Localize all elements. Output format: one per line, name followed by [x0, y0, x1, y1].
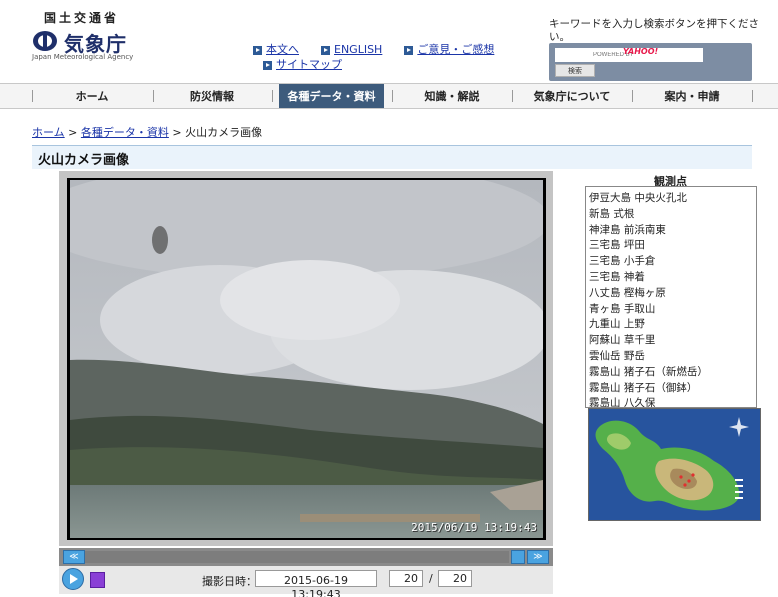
arrow-icon: [321, 45, 330, 55]
station-item[interactable]: 霧島山 猪子石（新燃岳）: [586, 365, 756, 381]
station-item[interactable]: 神津島 前浜南東: [586, 223, 756, 239]
link-sitemap[interactable]: サイトマップ: [263, 58, 342, 72]
breadcrumb-data[interactable]: 各種データ・資料: [81, 126, 169, 139]
nav-data-materials[interactable]: 各種データ・資料: [279, 84, 384, 108]
camera-viewer: 2015/06/19 13:19:43: [59, 171, 553, 546]
playback-controls: 撮影日時： 2015-06-19 13:19:43 20 / 20: [59, 566, 553, 597]
arrow-icon: [253, 45, 262, 55]
frame-separator: /: [429, 572, 433, 585]
frame-current-field[interactable]: 20: [389, 570, 423, 587]
search-button[interactable]: 検索: [555, 64, 595, 77]
nav-knowledge[interactable]: 知識・解説: [393, 84, 511, 108]
station-item[interactable]: 青ヶ島 手取山: [586, 302, 756, 318]
station-item[interactable]: 阿蘇山 草千里: [586, 333, 756, 349]
arrow-icon: [404, 45, 414, 55]
nav-guide[interactable]: 案内・申請: [633, 84, 751, 108]
camera-frame: 2015/06/19 13:19:43: [67, 178, 546, 540]
volcano-camera-image: 2015/06/19 13:19:43: [70, 180, 543, 538]
timeline-scrollbar[interactable]: ≪ ≫: [59, 548, 553, 566]
jma-emblem-icon: [33, 31, 57, 51]
link-english[interactable]: ENGLISH: [321, 43, 382, 57]
main-nav: ホーム 防災情報 各種データ・資料 知識・解説 気象庁について 案内・申請: [0, 83, 778, 109]
breadcrumb-home[interactable]: ホーム: [32, 126, 65, 139]
shot-datetime-label: 撮影日時：: [202, 575, 257, 588]
page-title-bar: 火山カメラ画像: [32, 145, 752, 169]
link-main-content[interactable]: 本文へ: [253, 43, 299, 57]
station-item[interactable]: 霧島山 猪子石（御鉢）: [586, 381, 756, 397]
frame-total-field: 20: [438, 570, 472, 587]
top-links: 本文へ ENGLISH ご意見・ご感想 サイトマップ: [253, 43, 494, 72]
nav-about[interactable]: 気象庁について: [513, 84, 631, 108]
nav-home[interactable]: ホーム: [33, 84, 151, 108]
station-item[interactable]: 伊豆大島 中央火孔北: [586, 191, 756, 207]
stop-button[interactable]: [90, 572, 105, 588]
timeline-track[interactable]: [85, 551, 509, 563]
station-item[interactable]: 八丈島 樫梅ヶ原: [586, 286, 756, 302]
play-button[interactable]: [62, 568, 84, 590]
double-right-arrow-icon: ≫: [533, 552, 543, 562]
search-hint: キーワードを入力し検索ボタンを押下ください。: [549, 18, 759, 43]
arrow-icon: [263, 60, 272, 70]
nav-disaster-info[interactable]: 防災情報: [154, 84, 270, 108]
stations-list[interactable]: 伊豆大島 中央火孔北 新島 式根 神津島 前浜南東 三宅島 坪田 三宅島 小手倉…: [585, 186, 757, 408]
station-item[interactable]: 霧島山 八久保: [586, 396, 756, 407]
nav-divider: [752, 90, 753, 102]
agency-english-name: Japan Meteorological Agency: [32, 53, 134, 61]
yahoo-logo: YAHOO!: [623, 47, 659, 56]
station-item[interactable]: 三宅島 坪田: [586, 238, 756, 254]
prev-frame-button[interactable]: ≪: [63, 550, 85, 564]
station-item[interactable]: 三宅島 小手倉: [586, 254, 756, 270]
breadcrumb-current: 火山カメラ画像: [185, 126, 263, 139]
link-feedback[interactable]: ご意見・ご感想: [404, 43, 494, 57]
station-item[interactable]: 新島 式根: [586, 207, 756, 223]
station-location-map[interactable]: [588, 408, 761, 521]
page-title: 火山カメラ画像: [38, 153, 130, 168]
camera-timestamp: 2015/06/19 13:19:43: [411, 521, 537, 534]
ministry-name: 国土交通省: [44, 11, 120, 25]
shot-datetime-field[interactable]: 2015-06-19 13:19:43: [255, 570, 377, 597]
next-frame-button[interactable]: ≫: [527, 550, 549, 564]
nav-divider: [272, 90, 273, 102]
station-item[interactable]: 三宅島 神着: [586, 270, 756, 286]
breadcrumb: ホーム > 各種データ・資料 > 火山カメラ画像: [32, 126, 263, 139]
station-item[interactable]: 雲仙岳 野岳: [586, 349, 756, 365]
station-item[interactable]: 九重山 上野: [586, 317, 756, 333]
double-left-arrow-icon: ≪: [69, 552, 79, 562]
search-box: YAHOO! 検索: [549, 43, 752, 81]
timeline-thumb[interactable]: [511, 550, 525, 564]
